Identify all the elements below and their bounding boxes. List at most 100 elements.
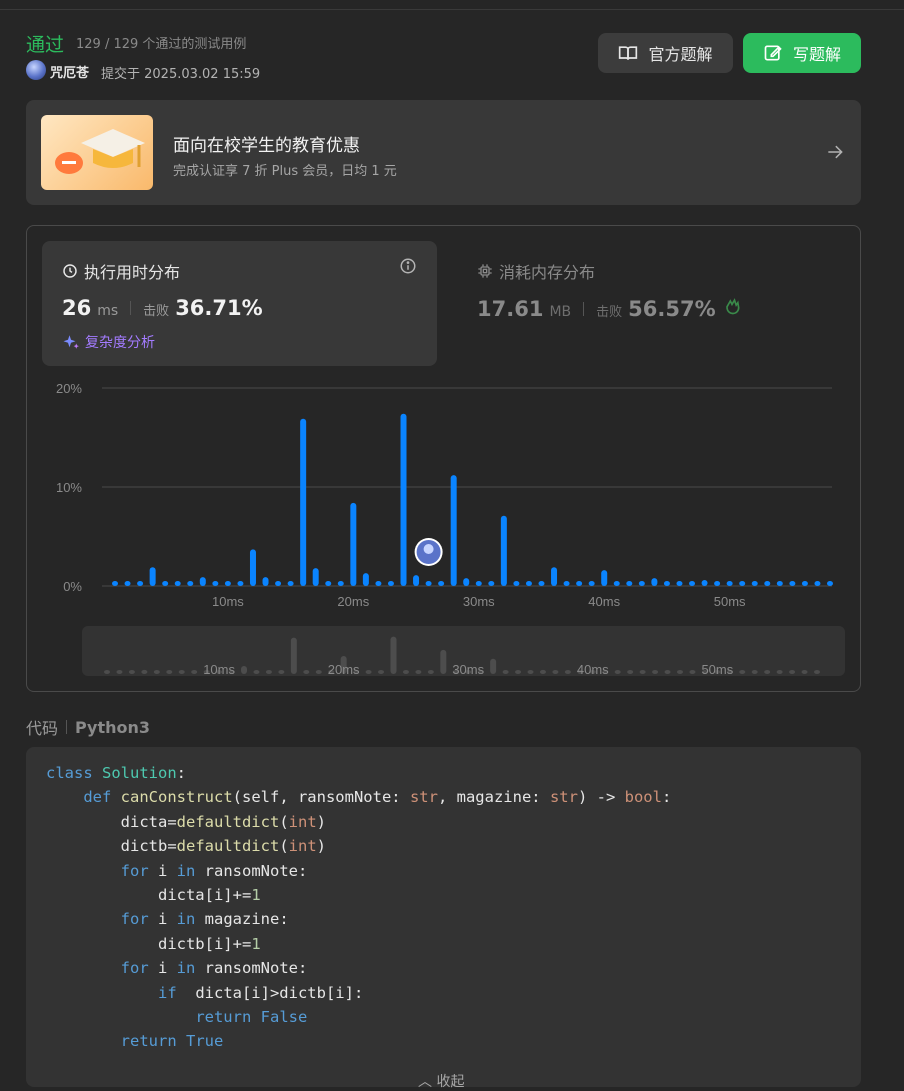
overview-bar (639, 670, 646, 674)
histogram-bar (212, 581, 219, 586)
collapse-label: 收起 (436, 1074, 465, 1090)
histogram-bar (475, 581, 482, 586)
histogram-bar (551, 567, 558, 586)
overview-bar (128, 670, 135, 674)
histogram-bar (500, 515, 507, 586)
overview-bar (315, 670, 322, 674)
y-tick-label: 0% (63, 579, 82, 594)
histogram-bar (312, 568, 319, 586)
histogram-bar (576, 581, 583, 586)
overview-bar (801, 670, 808, 674)
official-solution-label: 官方题解 (648, 45, 713, 64)
username[interactable]: 咒厄苍 (50, 62, 89, 81)
histogram-bar (262, 577, 269, 586)
histogram-bar (538, 581, 545, 586)
overview-bar (365, 670, 372, 674)
code-label: 代码 (26, 719, 59, 738)
education-promo-banner[interactable]: 面向在校学生的教育优惠 完成认证享 7 折 Plus 会员，日均 1 元 (26, 100, 861, 205)
histogram-bar (112, 581, 118, 586)
histogram-bar (325, 581, 332, 586)
overview-bar (764, 670, 771, 674)
overview-tick-label: 30ms (452, 662, 484, 677)
overview-bar (515, 670, 522, 674)
write-solution-label: 写题解 (792, 45, 841, 64)
histogram-bar (789, 581, 796, 586)
histogram-bar (275, 581, 282, 586)
histogram-bar (137, 581, 144, 586)
histogram-bar (224, 581, 231, 586)
overview-bar (153, 670, 160, 674)
histogram-bar (525, 581, 532, 586)
histogram-bar (300, 418, 307, 586)
histogram-bar (337, 581, 344, 586)
histogram-bar (463, 578, 470, 586)
histogram-bar (827, 581, 833, 586)
overview-bar (166, 670, 173, 674)
book-icon (619, 46, 638, 60)
overview-bar (378, 670, 385, 674)
submitted-time: 提交于 2025.03.02 15:59 (101, 67, 261, 82)
overview-bar (652, 670, 659, 674)
overview-bar (814, 670, 820, 674)
histogram-bar (638, 581, 645, 586)
overview-bar (627, 670, 634, 674)
graduation-cap-illustration (41, 115, 153, 190)
histogram-bar (689, 581, 696, 586)
overview-bar (191, 670, 198, 674)
histogram-bar (588, 581, 595, 586)
histogram-bar (814, 581, 821, 586)
histogram-bar (425, 581, 432, 586)
official-solution-button[interactable]: 官方题解 (598, 33, 733, 73)
overview-bar (490, 658, 497, 674)
overview-bar (141, 669, 148, 674)
overview-bar (116, 670, 123, 674)
histogram-bar (701, 580, 708, 586)
runtime-distribution-chart[interactable]: 20% 10% 0% 10ms 20ms 30ms 40ms 50ms 10ms 20ms 30ms… (27, 226, 860, 691)
histogram-bar (287, 581, 294, 586)
x-tick-label: 40ms (588, 594, 620, 609)
histogram-bar (513, 581, 520, 586)
x-tick-label: 50ms (714, 594, 746, 609)
histogram-bar (438, 581, 445, 586)
histogram-bar (199, 577, 206, 586)
histogram-bar (149, 567, 156, 586)
top-divider (0, 9, 904, 10)
histogram-bar (488, 581, 495, 586)
overview-bar (402, 670, 409, 674)
histogram-bar (739, 581, 746, 586)
histogram-bar (651, 578, 658, 586)
histogram-bar (601, 570, 608, 586)
histogram-bar (124, 581, 131, 586)
x-tick-label: 30ms (463, 594, 495, 609)
overview-bar (178, 670, 185, 674)
y-tick-label: 20% (56, 381, 82, 396)
submission-header: 通过 129 / 129 个通过的测试用例 咒厄苍 提交于 2025.03.02… (26, 28, 861, 84)
performance-panel: 执行用时分布 26 ms 击败 36.71% 复杂度分析 消耗内存分布 17.6… (26, 225, 861, 692)
collapse-button[interactable]: ︿ 收起 (418, 1071, 464, 1091)
overview-bar (676, 670, 683, 674)
overview-bar (427, 670, 434, 674)
overview-bar (552, 670, 559, 674)
histogram-bar (676, 581, 683, 586)
overview-bar (527, 670, 534, 674)
arrow-right-icon[interactable] (825, 142, 845, 162)
write-solution-button[interactable]: 写题解 (743, 33, 861, 73)
passed-cases: 129 / 129 个通过的测试用例 (76, 37, 247, 52)
edit-icon (764, 45, 782, 61)
overview-bar (241, 666, 248, 674)
histogram-bar (613, 581, 620, 586)
histogram-bar (801, 581, 808, 586)
overview-bar (502, 670, 509, 674)
histogram-bar (350, 502, 357, 586)
promo-subtitle: 完成认证享 7 折 Plus 会员，日均 1 元 (173, 164, 397, 179)
lang-divider (66, 720, 68, 734)
overview-bar (104, 670, 110, 674)
overview-bar (776, 670, 783, 674)
histogram-bar (400, 413, 407, 586)
avatar[interactable] (26, 60, 46, 80)
histogram-bar (663, 581, 670, 586)
overview-bar (265, 670, 272, 674)
promo-title: 面向在校学生的教育优惠 (173, 136, 360, 156)
overview-bar (539, 669, 546, 674)
code-block[interactable]: class Solution: def canConstruct(self, r… (26, 747, 861, 1090)
